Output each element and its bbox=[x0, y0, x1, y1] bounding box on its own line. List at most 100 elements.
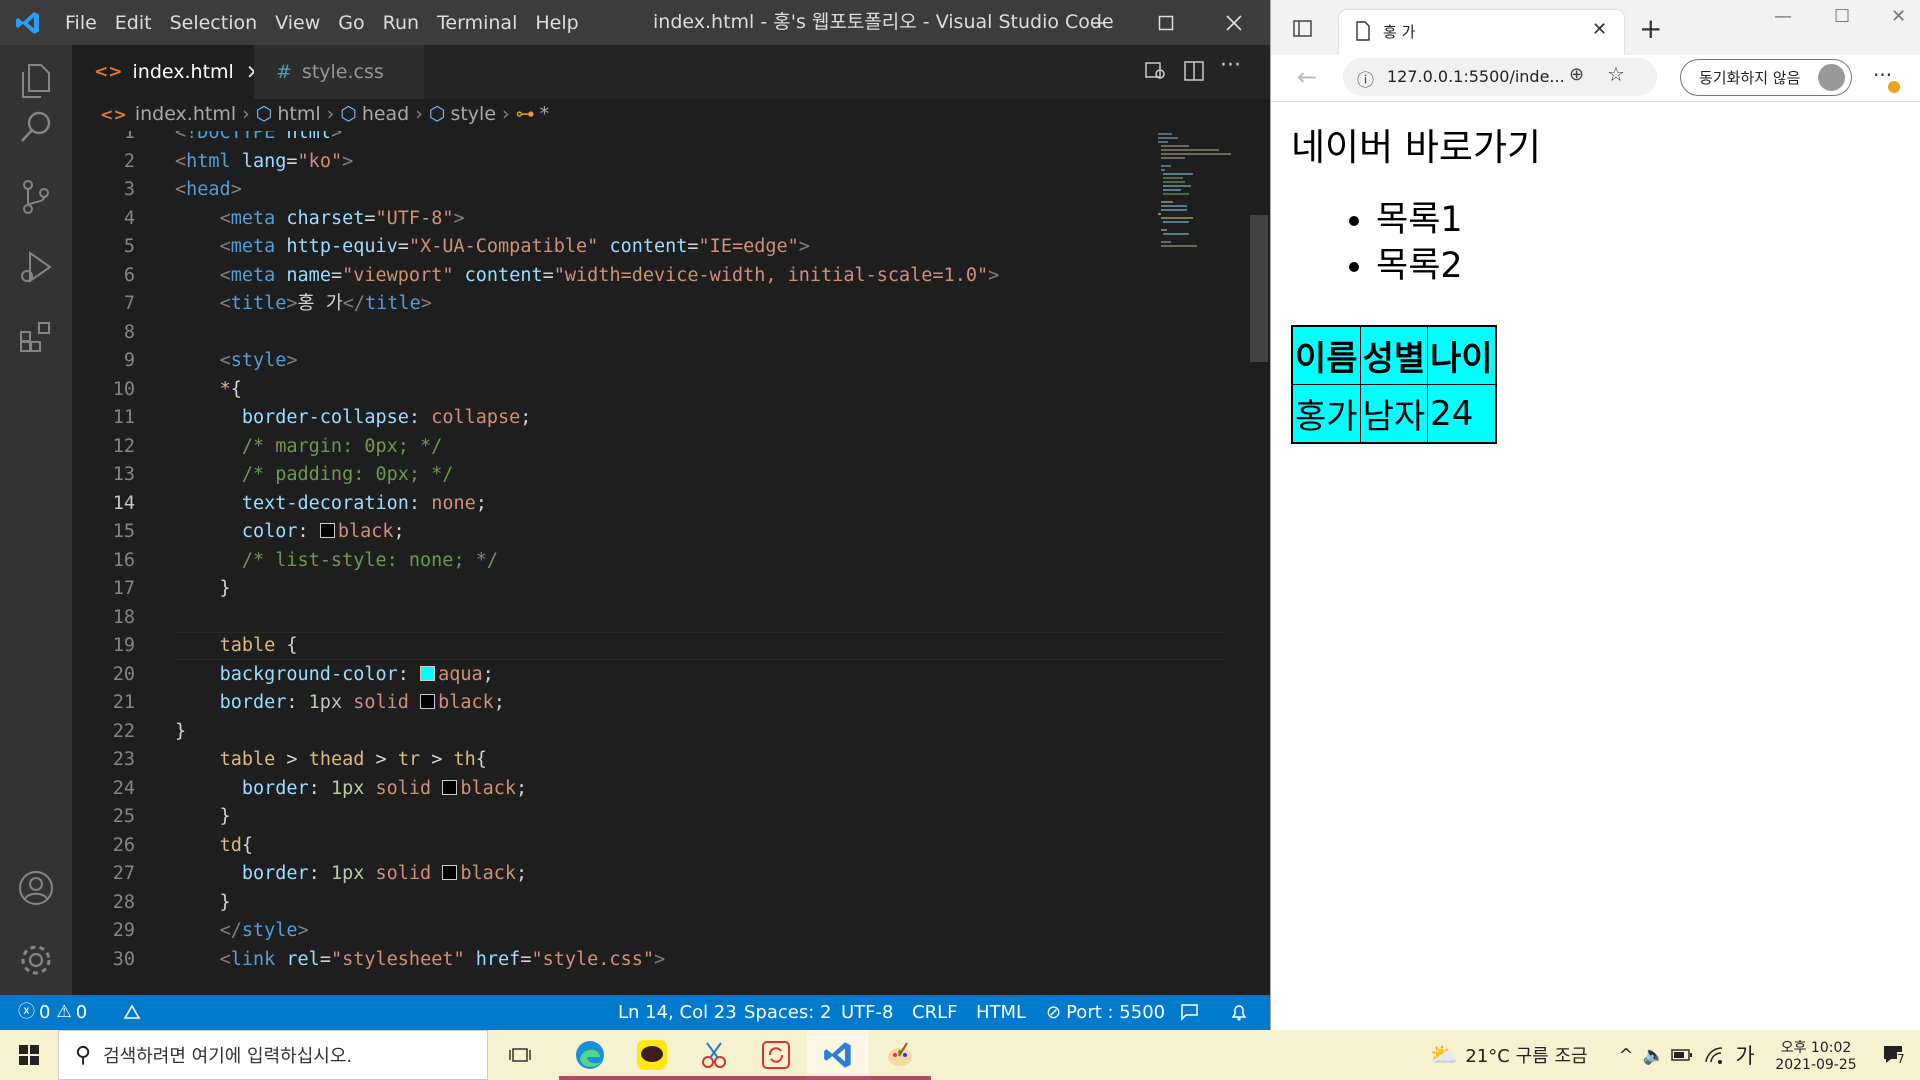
extensions-icon[interactable] bbox=[0, 301, 72, 373]
paint-app-icon[interactable] bbox=[869, 1030, 931, 1080]
minimap[interactable] bbox=[1155, 131, 1250, 995]
menu-terminal[interactable]: Terminal bbox=[428, 12, 526, 34]
action-center-icon[interactable]: 7 bbox=[1872, 1030, 1916, 1080]
breadcrumb-file[interactable]: index.html bbox=[135, 103, 236, 125]
maximize-button[interactable] bbox=[1132, 0, 1200, 45]
tab-style-css[interactable]: # style.css bbox=[254, 45, 424, 99]
code-line[interactable]: 21 border: 1px solid black; bbox=[72, 689, 1172, 718]
menu-help[interactable]: Help bbox=[526, 12, 587, 34]
code-line[interactable]: 11 border-collapse: collapse; bbox=[72, 404, 1172, 433]
indentation[interactable]: Spaces: 2 bbox=[744, 995, 831, 1030]
maximize-button[interactable]: ☐ bbox=[1834, 6, 1850, 27]
code-line[interactable]: 5 <meta http-equiv="X-UA-Compatible" con… bbox=[72, 233, 1172, 262]
color-swatch-icon[interactable] bbox=[442, 865, 458, 880]
open-preview-icon[interactable] bbox=[1145, 61, 1167, 85]
cursor-position[interactable]: Ln 14, Col 23 bbox=[618, 995, 737, 1030]
menu-view[interactable]: View bbox=[266, 12, 329, 34]
code-line[interactable]: 9 <style> bbox=[72, 347, 1172, 376]
code-line[interactable]: 8 bbox=[72, 319, 1172, 348]
code-line[interactable]: 29 </style> bbox=[72, 917, 1172, 946]
problems-indicator[interactable]: ⓧ 0 ⚠ 0 bbox=[18, 995, 87, 1030]
breadcrumb-html[interactable]: html bbox=[277, 103, 320, 125]
zoom-icon[interactable]: ⊕ bbox=[1569, 64, 1584, 85]
sync-button[interactable]: 동기화하지 않음 bbox=[1680, 59, 1852, 96]
encoding[interactable]: UTF-8 bbox=[841, 995, 893, 1030]
color-swatch-icon[interactable] bbox=[319, 523, 335, 538]
close-button[interactable] bbox=[1200, 0, 1268, 45]
breadcrumb-selector[interactable]: * bbox=[540, 103, 550, 125]
live-server-port[interactable]: ⊘ Port : 5500 bbox=[1046, 995, 1165, 1030]
live-share-icon[interactable] bbox=[122, 995, 142, 1030]
menu-go[interactable]: Go bbox=[329, 12, 373, 34]
color-swatch-icon[interactable] bbox=[420, 694, 436, 709]
back-arrow-icon[interactable]: ← bbox=[1297, 63, 1317, 91]
tab-index-html[interactable]: <> index.html ✕ bbox=[72, 45, 263, 99]
scrollbar-thumb[interactable] bbox=[1250, 215, 1268, 362]
taskbar-search[interactable]: ⚲ 검색하려면 여기에 입력하십시오. bbox=[58, 1030, 488, 1080]
address-bar[interactable]: ⓘ 127.0.0.1:5500/inde... ⊕ ☆ bbox=[1343, 58, 1657, 96]
line-ending[interactable]: CRLF bbox=[912, 995, 957, 1030]
code-line[interactable]: 13 /* padding: 0px; */ bbox=[72, 461, 1172, 490]
settings-gear-icon[interactable] bbox=[0, 924, 72, 996]
battery-icon[interactable] bbox=[1668, 1030, 1696, 1080]
site-info-icon[interactable]: ⓘ bbox=[1357, 66, 1374, 91]
code-line[interactable]: 16 /* list-style: none; */ bbox=[72, 547, 1172, 576]
code-line[interactable]: 23 table > thead > tr > th{ bbox=[72, 746, 1172, 775]
code-line[interactable]: 1 <!DOCTYPE html> bbox=[72, 131, 1172, 148]
code-editor[interactable]: 1 <!DOCTYPE html> 2 <html lang="ko"> 3 <head>… bbox=[72, 131, 1252, 995]
favorite-star-icon[interactable]: ☆ bbox=[1607, 62, 1625, 86]
code-line[interactable]: 28 } bbox=[72, 889, 1172, 918]
language-mode[interactable]: HTML bbox=[976, 995, 1026, 1030]
ime-indicator[interactable]: 가 bbox=[1730, 1030, 1760, 1080]
code-line[interactable]: 19 table { bbox=[72, 632, 1172, 661]
code-line[interactable]: 27 border: 1px solid black; bbox=[72, 860, 1172, 889]
tab-actions-icon[interactable] bbox=[1293, 20, 1313, 42]
run-debug-icon[interactable] bbox=[0, 231, 72, 303]
browser-tab[interactable]: 홍 가 ✕ bbox=[1339, 10, 1624, 55]
account-icon[interactable] bbox=[0, 852, 72, 924]
task-view-icon[interactable] bbox=[500, 1030, 540, 1080]
menu-selection[interactable]: Selection bbox=[161, 12, 267, 34]
code-line[interactable]: 20 background-color: aqua; bbox=[72, 661, 1172, 690]
code-line[interactable]: 12 /* margin: 0px; */ bbox=[72, 433, 1172, 462]
clock[interactable]: 오후 10:02 2021-09-25 bbox=[1762, 1030, 1870, 1080]
code-line[interactable]: 26 td{ bbox=[72, 832, 1172, 861]
feedback-icon[interactable] bbox=[1180, 995, 1200, 1030]
code-line[interactable]: 2 <html lang="ko"> bbox=[72, 148, 1172, 177]
code-line[interactable]: 18 bbox=[72, 604, 1172, 633]
code-line[interactable]: 15 color: black; bbox=[72, 518, 1172, 547]
volume-icon[interactable]: 🔈 bbox=[1640, 1030, 1668, 1080]
split-editor-icon[interactable] bbox=[1184, 61, 1204, 85]
weather-widget[interactable]: ⛅ 21°C 구름 조금 bbox=[1430, 1030, 1595, 1080]
code-line[interactable]: 25 } bbox=[72, 803, 1172, 832]
close-button[interactable]: ✕ bbox=[1891, 6, 1906, 27]
vscode-taskbar-icon[interactable] bbox=[807, 1030, 869, 1080]
page-heading[interactable]: 네이버 바로가기 bbox=[1291, 117, 1541, 171]
notification-bell-icon[interactable] bbox=[1230, 995, 1248, 1030]
color-swatch-icon[interactable] bbox=[442, 779, 458, 795]
code-line[interactable]: 6 <meta name="viewport" content="width=d… bbox=[72, 262, 1172, 291]
code-line[interactable]: 4 <meta charset="UTF-8"> bbox=[72, 205, 1172, 234]
menu-file[interactable]: File bbox=[56, 12, 106, 34]
code-line[interactable]: 22} bbox=[72, 718, 1172, 747]
color-swatch-icon[interactable] bbox=[420, 665, 436, 681]
wifi-icon[interactable] bbox=[1700, 1030, 1728, 1080]
windows-start-icon[interactable] bbox=[0, 1030, 58, 1080]
new-tab-icon[interactable]: + bbox=[1639, 12, 1662, 45]
chevron-up-icon[interactable]: ^ bbox=[1614, 1030, 1638, 1080]
more-actions-icon[interactable]: ··· bbox=[1220, 53, 1241, 78]
sync-app-icon[interactable] bbox=[745, 1030, 807, 1080]
code-line[interactable]: 7 <title>홍 가</title> bbox=[72, 290, 1172, 319]
breadcrumb-style[interactable]: style bbox=[450, 103, 496, 125]
kakaotalk-icon[interactable] bbox=[621, 1030, 683, 1080]
code-line[interactable]: 3 <head> bbox=[72, 176, 1172, 205]
breadcrumb-head[interactable]: head bbox=[362, 103, 409, 125]
code-line[interactable]: 30 <link rel="stylesheet" href="style.cs… bbox=[72, 946, 1172, 975]
code-line[interactable]: 14 text-decoration: none; bbox=[72, 490, 1172, 519]
code-line[interactable]: 17 } bbox=[72, 575, 1172, 604]
menu-run[interactable]: Run bbox=[374, 12, 428, 34]
source-control-icon[interactable] bbox=[0, 161, 72, 233]
code-line[interactable]: 24 border: 1px solid black; bbox=[72, 775, 1172, 804]
search-icon[interactable] bbox=[0, 91, 72, 163]
minimize-button[interactable] bbox=[1064, 0, 1132, 45]
